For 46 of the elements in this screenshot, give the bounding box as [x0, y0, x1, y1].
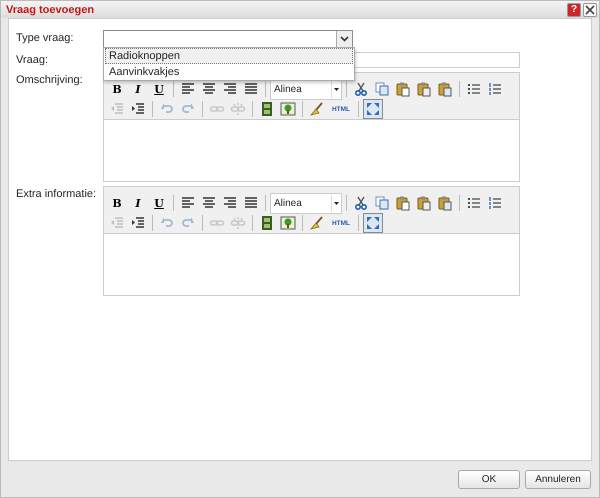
film-icon: [259, 101, 275, 117]
unlink-icon: [230, 101, 246, 117]
numbered-list-icon: [487, 195, 503, 211]
format-dropdown[interactable]: Alinea: [270, 192, 342, 214]
dropdown-option[interactable]: Aanvinkvakjes: [105, 64, 353, 80]
clipboard-icon: [437, 81, 453, 97]
clipboard-icon: [437, 195, 453, 211]
film-icon: [259, 215, 275, 231]
dialog-button[interactable]: Annuleren: [525, 470, 591, 488]
bullet-list-icon: [466, 195, 482, 211]
field-label: Type vraag:: [16, 31, 74, 46]
clipboard-icon: [416, 195, 432, 211]
image-icon: [280, 101, 296, 117]
copy-icon: [374, 195, 390, 211]
fullscreen-icon: [365, 101, 381, 117]
clipboard-icon: [395, 81, 411, 97]
format-button[interactable]: B: [107, 79, 127, 99]
dropdown-option[interactable]: Radioknoppen: [105, 48, 353, 64]
copy-icon: [374, 81, 390, 97]
image-icon: [280, 215, 296, 231]
close-icon: [585, 4, 595, 14]
window-title: Vraag toevoegen: [6, 4, 96, 16]
field-label: Extra informatie:: [16, 187, 98, 202]
broom-icon: [309, 215, 325, 231]
caret-icon: [331, 194, 341, 212]
format-button[interactable]: I: [128, 193, 148, 213]
unlink-icon: [230, 215, 246, 231]
type-dropdown[interactable]: [103, 30, 353, 48]
help-button[interactable]: ?: [567, 2, 581, 16]
format-button[interactable]: U: [149, 79, 169, 99]
numbered-list-icon: [487, 81, 503, 97]
format-button[interactable]: B: [107, 193, 127, 213]
caret-icon: [331, 80, 341, 98]
close-button[interactable]: [583, 2, 597, 16]
scissors-icon: [353, 81, 369, 97]
broom-icon: [309, 101, 325, 117]
field-label: Omschrijving:: [16, 73, 84, 88]
bullet-list-icon: [466, 81, 482, 97]
format-button[interactable]: I: [128, 79, 148, 99]
clipboard-icon: [395, 195, 411, 211]
format-button[interactable]: U: [149, 193, 169, 213]
scissors-icon: [353, 195, 369, 211]
fullscreen-icon: [365, 215, 381, 231]
dialog-button[interactable]: OK: [458, 470, 520, 488]
clipboard-icon: [416, 81, 432, 97]
field-label: Vraag:: [16, 53, 50, 68]
